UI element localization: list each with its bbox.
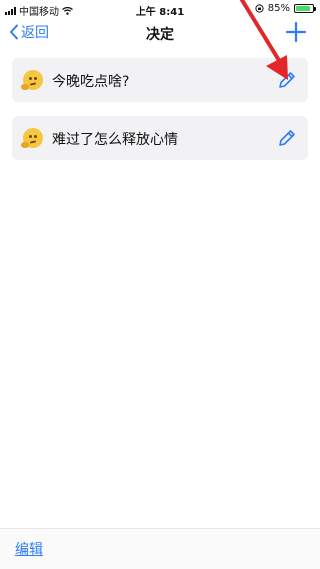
- item-label: 今晚吃点啥?: [52, 74, 130, 90]
- battery-percent: 85%: [267, 3, 290, 14]
- add-icon[interactable]: [284, 20, 308, 44]
- item-label: 难过了怎么释放心情: [52, 132, 178, 148]
- edit-button[interactable]: 编辑: [15, 539, 43, 559]
- nav-bar: 返回 决定: [0, 18, 320, 48]
- orientation-lock-icon: [255, 4, 264, 13]
- pencil-edit-icon[interactable]: [276, 69, 298, 91]
- pencil-edit-icon[interactable]: [276, 127, 298, 149]
- status-bar: 中国移动 上午 8:41 85%: [0, 0, 320, 18]
- list-item[interactable]: 今晚吃点啥?: [12, 58, 308, 102]
- battery-fill: [296, 6, 310, 11]
- bottom-toolbar: 编辑: [0, 528, 320, 569]
- thinking-face-icon: [21, 70, 43, 90]
- status-right: 85%: [255, 3, 316, 14]
- battery-icon: [294, 4, 316, 13]
- page-title: 决定: [146, 27, 174, 43]
- list-item[interactable]: 难过了怎么释放心情: [12, 116, 308, 160]
- thinking-face-icon: [21, 128, 43, 148]
